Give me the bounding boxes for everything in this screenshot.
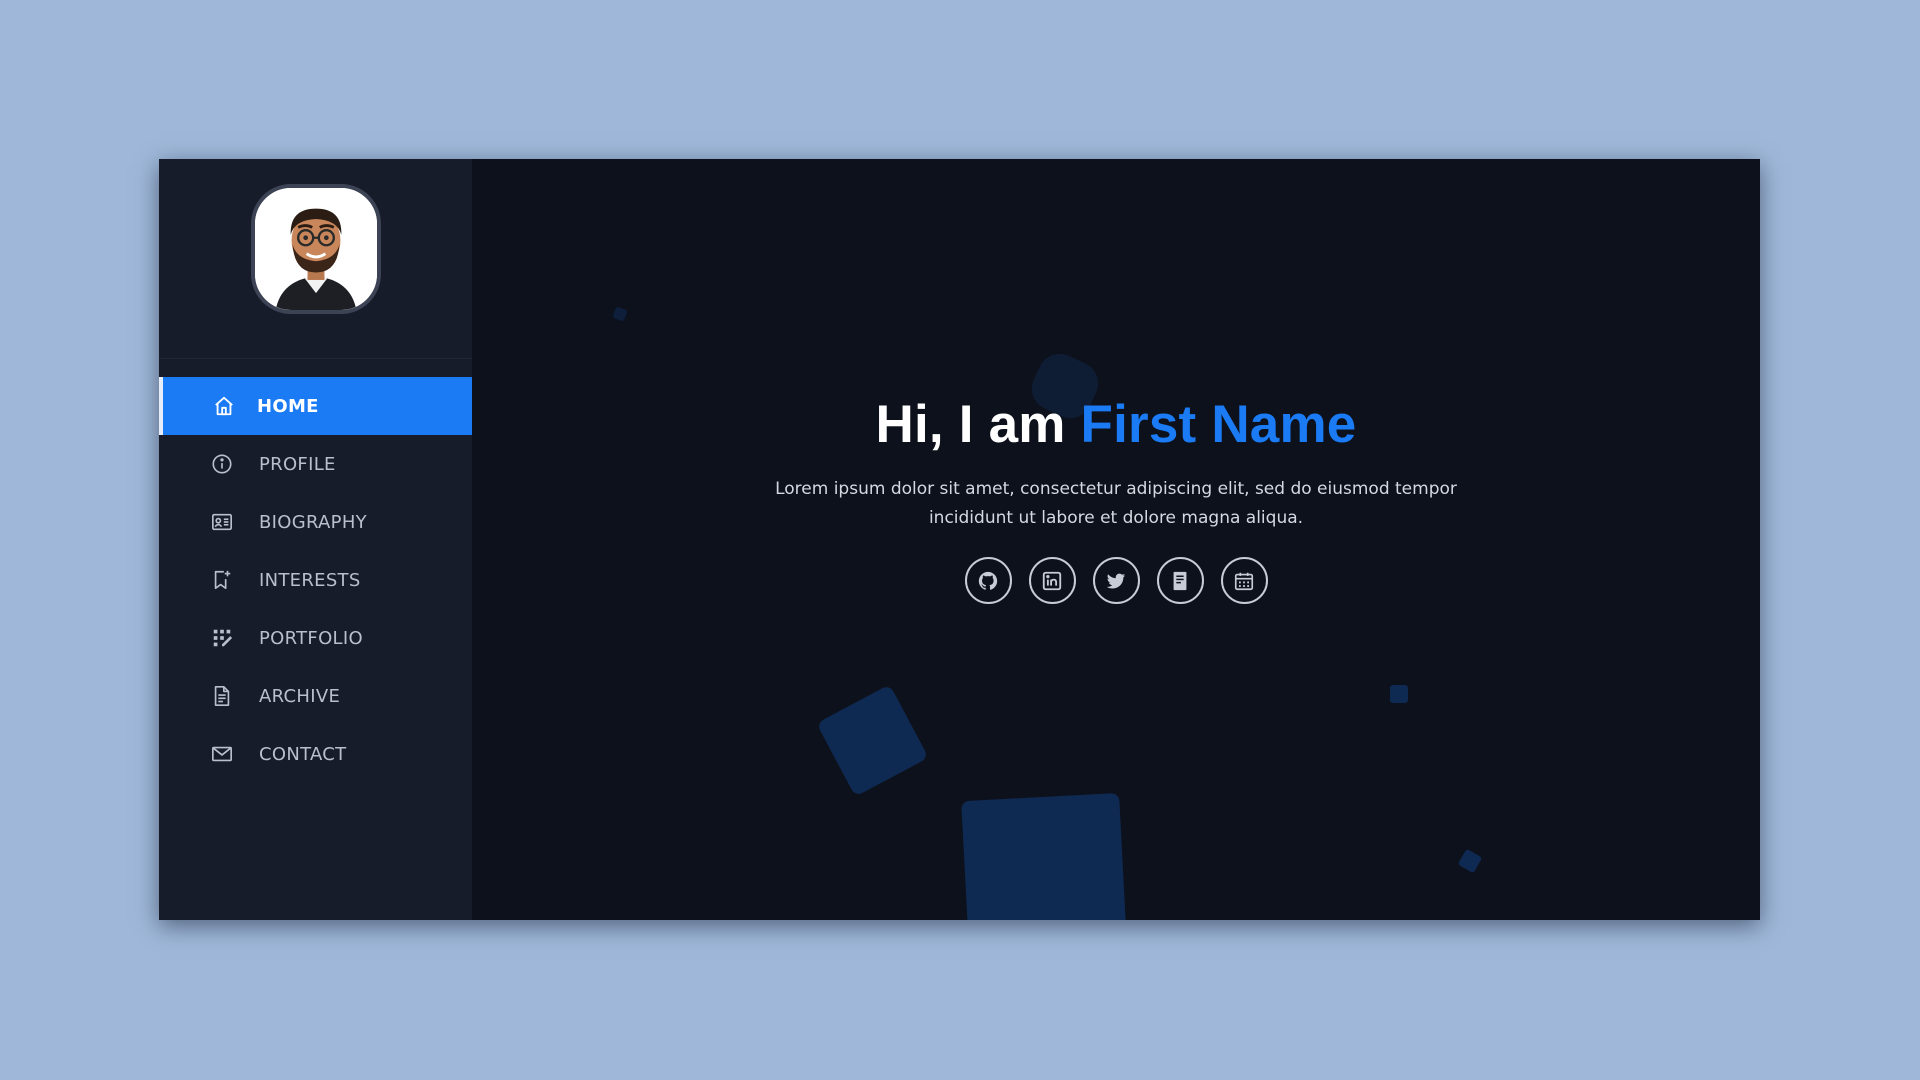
document-icon <box>211 685 233 707</box>
nav-item-contact[interactable]: CONTACT <box>159 725 472 783</box>
portfolio-window: HOME PROFILE BIOGRAPHY INTERESTS PORTFOL… <box>159 159 1760 920</box>
id-card-icon <box>211 511 233 533</box>
social-links <box>472 557 1760 604</box>
main-content: Hi, I am First Name Lorem ipsum dolor si… <box>472 159 1760 920</box>
calendar-icon <box>1234 572 1254 590</box>
hero-name: First Name <box>1080 395 1357 454</box>
nav-item-biography[interactable]: BIOGRAPHY <box>159 493 472 551</box>
nav-label-interests: INTERESTS <box>259 569 361 591</box>
nav-label-home: HOME <box>257 395 319 417</box>
github-icon <box>978 571 998 590</box>
decorative-square <box>816 684 929 797</box>
nav-label-archive: ARCHIVE <box>259 685 341 707</box>
nav-item-profile[interactable]: PROFILE <box>159 435 472 493</box>
home-icon <box>213 395 235 417</box>
nav-item-archive[interactable]: ARCHIVE <box>159 667 472 725</box>
decorative-square <box>1457 848 1483 874</box>
decorative-square <box>1390 685 1408 703</box>
nav-item-portfolio[interactable]: PORTFOLIO <box>159 609 472 667</box>
sidebar-nav: HOME PROFILE BIOGRAPHY INTERESTS PORTFOL… <box>159 377 472 783</box>
nav-item-interests[interactable]: INTERESTS <box>159 551 472 609</box>
hero-title: Hi, I am First Name <box>472 394 1760 455</box>
avatar <box>251 184 381 314</box>
grid-pencil-icon <box>211 627 233 649</box>
sidebar: HOME PROFILE BIOGRAPHY INTERESTS PORTFOL… <box>159 159 472 920</box>
envelope-icon <box>211 743 233 765</box>
resume-link[interactable] <box>1156 557 1204 604</box>
resume-icon <box>1173 571 1187 590</box>
decorative-square <box>612 306 628 322</box>
nav-item-home[interactable]: HOME <box>159 377 472 435</box>
hero: Hi, I am First Name Lorem ipsum dolor si… <box>472 394 1760 604</box>
nav-label-contact: CONTACT <box>259 743 347 765</box>
nav-label-portfolio: PORTFOLIO <box>259 627 363 649</box>
hero-description: Lorem ipsum dolor sit amet, consectetur … <box>775 479 1457 528</box>
linkedin-link[interactable] <box>1028 557 1076 604</box>
bookmark-plus-icon <box>211 569 233 591</box>
info-icon <box>211 453 233 475</box>
nav-label-profile: PROFILE <box>259 453 336 475</box>
sidebar-divider <box>159 358 472 359</box>
linkedin-icon <box>1042 571 1062 590</box>
decorative-square <box>961 792 1127 920</box>
nav-label-biography: BIOGRAPHY <box>259 511 367 533</box>
github-link[interactable] <box>964 557 1012 604</box>
twitter-link[interactable] <box>1092 557 1140 604</box>
twitter-icon <box>1106 573 1126 589</box>
hero-greeting: Hi, I am <box>875 395 1081 454</box>
avatar-illustration <box>255 188 377 310</box>
calendar-link[interactable] <box>1220 557 1268 604</box>
